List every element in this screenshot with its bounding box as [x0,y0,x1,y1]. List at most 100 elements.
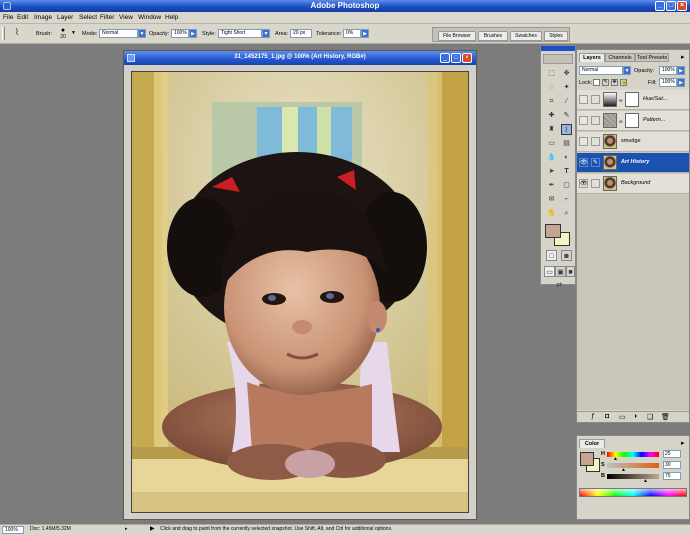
opacity-slider-arrow-icon[interactable]: ▶ [189,29,197,38]
feather-logo-icon[interactable] [543,54,573,64]
paintbrush-icon[interactable]: ✎ [591,158,600,167]
jump-to-imageready-icon[interactable]: ⇄ [551,280,567,291]
app-title-bar[interactable]: Adobe Photoshop _ □ × [0,0,690,12]
layer-link-toggle[interactable] [591,179,600,188]
tool-palette-title-bar[interactable] [541,46,575,51]
slice-tool-icon[interactable]: ⁄ [561,96,572,107]
notes-tool-icon[interactable]: ✉ [546,194,557,205]
path-selection-tool-icon[interactable]: ➤ [546,166,557,177]
brush-preset-picker[interactable]: ● 20 [56,27,70,41]
new-set-icon[interactable]: ▭ [619,413,626,421]
color-palette-menu-arrow-icon[interactable]: ▸ [681,439,685,447]
menu-layer[interactable]: Layer [57,14,73,21]
brush-tool-icon[interactable]: ✎ [561,110,572,121]
layer-link-toggle[interactable] [591,137,600,146]
color-palette-foreground-swatch[interactable] [580,452,594,466]
layer-style-icon[interactable]: ƒ [591,413,595,420]
menu-view[interactable]: View [119,14,133,21]
doc-close-button[interactable]: × [462,53,472,63]
menu-file[interactable]: File [3,14,13,21]
new-layer-icon[interactable]: ❑ [647,413,653,421]
maximize-window-button[interactable]: □ [666,1,676,11]
saturation-value-field[interactable]: 30 [663,461,681,469]
shape-tool-icon[interactable]: ▢ [561,180,572,191]
healing-brush-tool-icon[interactable]: ✚ [546,110,557,121]
image-canvas[interactable] [131,71,469,513]
tab-color[interactable]: Color [579,439,605,448]
layer-opacity-field[interactable]: 100% [659,66,677,75]
tab-channels[interactable]: Channels [605,53,635,62]
doc-maximize-button[interactable]: □ [451,53,461,63]
hand-tool-icon[interactable]: ✋ [546,208,557,219]
new-adjustment-layer-icon[interactable]: ◑ [633,413,637,420]
crop-tool-icon[interactable]: ⌗ [546,96,557,107]
lock-position-icon[interactable]: ✥ [611,79,618,86]
saturation-slider[interactable] [607,463,659,468]
saturation-slider-thumb[interactable]: ▲ [621,467,626,473]
menu-edit[interactable]: Edit [17,14,28,21]
menu-filter[interactable]: Filter [100,14,114,21]
document-title-bar[interactable]: 31_1452175_1.jpg @ 100% (Art History, RG… [124,51,476,65]
tolerance-slider-arrow-icon[interactable]: ▶ [361,29,369,38]
gradient-tool-icon[interactable]: ▤ [561,138,572,149]
status-menu-arrow-icon[interactable]: ▸ [125,526,128,532]
layer-row-background[interactable]: 👁 Background [577,174,689,194]
eraser-tool-icon[interactable]: ▭ [546,138,557,149]
style-select[interactable]: Tight Short [218,29,262,38]
move-tool-icon[interactable]: ✥ [561,68,572,79]
layer-visibility-eye-icon[interactable]: 👁 [579,158,588,167]
full-screen-menu-mode-icon[interactable]: ▣ [555,266,566,277]
brightness-slider-thumb[interactable]: ▲ [643,478,648,484]
mode-select[interactable]: Normal [99,29,138,38]
layer-row-art-history[interactable]: 👁 ✎ Art History [577,153,689,173]
tab-tool-presets[interactable]: Tool Presets [635,53,669,62]
palette-menu-arrow-icon[interactable]: ▸ [681,53,685,61]
standard-screen-mode-icon[interactable]: ▭ [544,266,555,277]
art-history-brush-tool-icon[interactable]: ⌇ [561,124,572,135]
menu-help[interactable]: Help [165,14,178,21]
layer-row-smudge[interactable]: smudge [577,132,689,152]
menu-window[interactable]: Window [138,14,161,21]
zoom-level-field[interactable]: 100% [2,526,24,534]
dodge-tool-icon[interactable]: ◐ [561,152,572,163]
opacity-field[interactable]: 100% [171,29,189,38]
layer-visibility-toggle[interactable] [579,137,588,146]
standard-mode-icon[interactable]: □ [546,250,557,261]
palette-well-file-browser[interactable]: File Browser [438,31,476,41]
blur-tool-icon[interactable]: 💧 [546,152,557,163]
foreground-color-swatch-front[interactable] [545,224,561,238]
full-screen-mode-icon[interactable]: ■ [566,266,575,277]
eyedropper-tool-icon[interactable]: ⌐ [561,194,572,205]
blend-mode-select[interactable]: Normal [579,66,623,75]
palette-well-swatches[interactable]: Swatches [510,31,542,41]
trash-icon[interactable]: 🗑 [661,413,670,421]
clone-stamp-tool-icon[interactable]: ♜ [546,124,557,135]
minimize-window-button[interactable]: _ [655,1,665,11]
quick-mask-mode-icon[interactable]: ◙ [561,250,572,261]
add-mask-icon[interactable]: ◘ [605,413,609,420]
menu-select[interactable]: Select [79,14,97,21]
mode-dropdown-arrow-icon[interactable]: ▼ [138,29,146,38]
document-size-info[interactable]: Doc: 1.45M/5.32M [30,526,71,532]
fill-arrow-icon[interactable]: ▶ [677,78,685,87]
palette-well-brushes[interactable]: Brushes [478,31,508,41]
lasso-tool-icon[interactable]: ◌ [546,82,557,93]
brightness-slider[interactable] [607,474,659,479]
close-window-button[interactable]: × [677,1,687,11]
pen-tool-icon[interactable]: ✒ [546,180,557,191]
fill-field[interactable]: 100% [659,78,677,87]
layer-link-toggle[interactable] [591,116,600,125]
art-history-brush-icon[interactable]: ⌇ [8,27,26,40]
layer-opacity-arrow-icon[interactable]: ▶ [677,66,685,75]
layer-row-hue-saturation[interactable]: ∞ Hue/Sat... [577,90,689,110]
magic-wand-tool-icon[interactable]: ✦ [561,82,572,93]
layer-visibility-eye-icon[interactable]: 👁 [579,179,588,188]
doc-minimize-button[interactable]: _ [440,53,450,63]
tab-layers[interactable]: Layers [579,53,605,62]
hue-slider-thumb[interactable]: ▲ [613,456,618,462]
palette-well-styles[interactable]: Styles [544,31,568,41]
brush-dropdown-arrow-icon[interactable]: ▼ [71,30,76,36]
area-field[interactable]: 20 px [290,29,312,38]
color-ramp-spectrum[interactable] [579,488,687,497]
layer-visibility-toggle[interactable] [579,95,588,104]
